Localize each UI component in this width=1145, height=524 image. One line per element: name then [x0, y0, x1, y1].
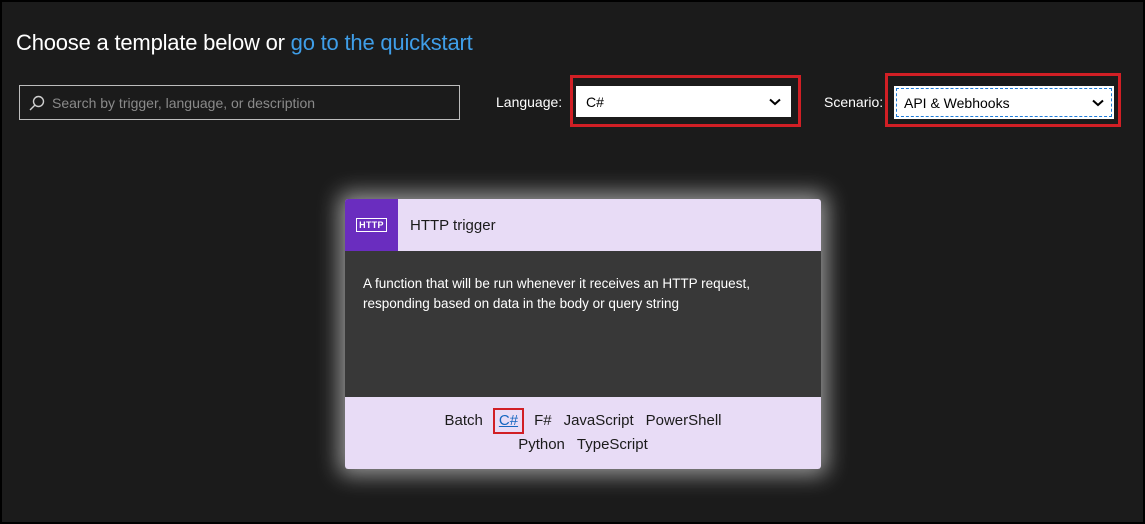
lang-link-csharp[interactable]: C# — [499, 412, 518, 429]
search-icon — [28, 92, 50, 114]
quickstart-link[interactable]: go to the quickstart — [291, 30, 473, 55]
search-input[interactable] — [50, 86, 459, 119]
scenario-label: Scenario: — [824, 94, 884, 110]
chevron-down-icon — [1092, 99, 1104, 106]
http-trigger-card[interactable]: HTTP HTTP trigger A function that will b… — [345, 199, 821, 469]
chevron-down-icon — [769, 98, 781, 105]
lang-link-javascript[interactable]: JavaScript — [564, 412, 634, 429]
csharp-highlight: C# — [492, 408, 525, 434]
http-icon: HTTP — [345, 199, 398, 251]
search-box[interactable] — [19, 85, 460, 120]
lang-link-batch[interactable]: Batch — [445, 412, 483, 429]
http-badge-text: HTTP — [356, 218, 387, 232]
card-language-links: Batch C# F# JavaScript PowerShell Python Type… — [345, 397, 821, 469]
language-select[interactable]: C# — [576, 86, 791, 117]
page-title: Choose a template below or go to the qui… — [16, 30, 473, 56]
lang-link-typescript[interactable]: TypeScript — [577, 436, 648, 453]
scenario-select[interactable]: API & Webhooks — [894, 86, 1114, 119]
lang-link-powershell[interactable]: PowerShell — [646, 412, 722, 429]
lang-link-python[interactable]: Python — [518, 436, 565, 453]
scenario-select-value: API & Webhooks — [904, 94, 1010, 111]
card-title: HTTP trigger — [410, 216, 496, 234]
card-header: HTTP HTTP trigger — [345, 199, 821, 251]
lang-link-fsharp[interactable]: F# — [534, 412, 552, 429]
title-text: Choose a template below or — [16, 30, 291, 55]
template-chooser-panel: Choose a template below or go to the qui… — [0, 0, 1145, 524]
language-label: Language: — [496, 94, 563, 110]
card-description: A function that will be run whenever it … — [345, 251, 821, 397]
language-select-value: C# — [586, 93, 604, 110]
